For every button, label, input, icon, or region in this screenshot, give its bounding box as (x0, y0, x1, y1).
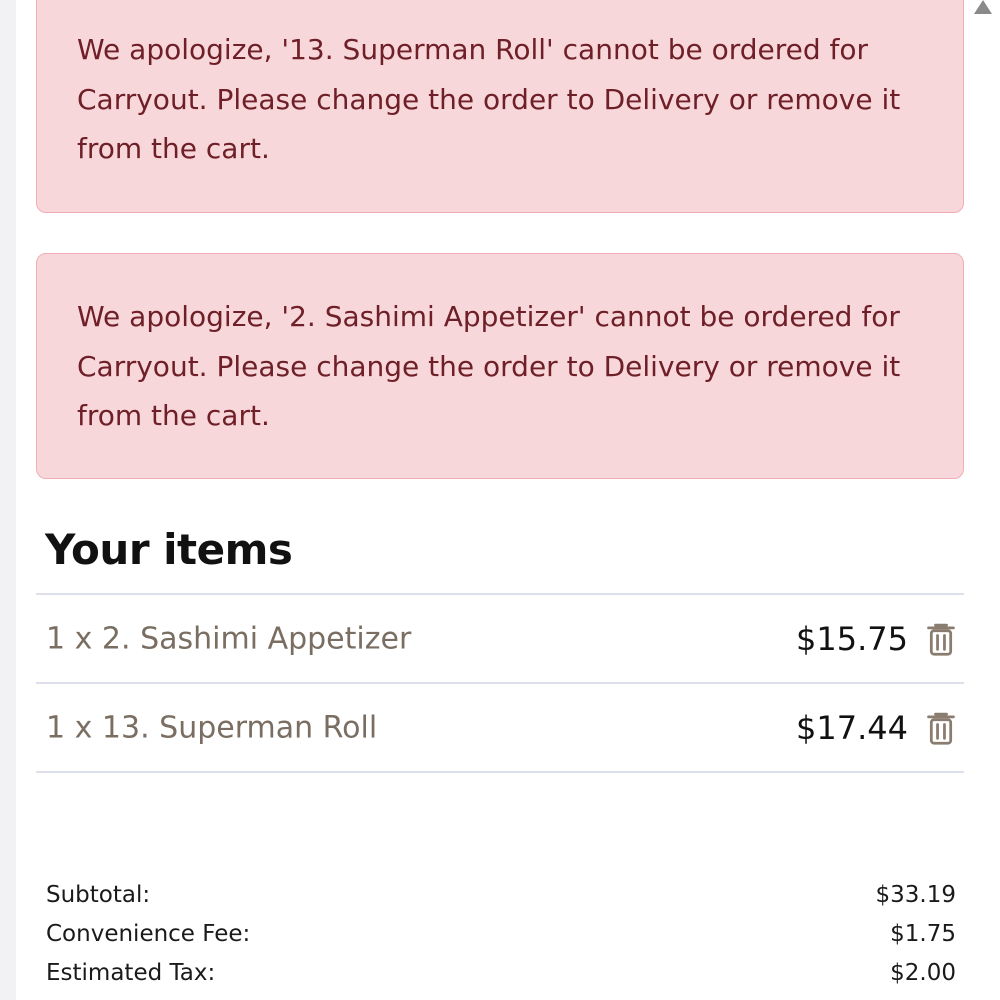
order-totals: Subtotal: $33.19 Convenience Fee: $1.75 … (46, 876, 956, 993)
cart-item-price: $15.75 (796, 619, 908, 658)
alert-message: We apologize, '2. Sashimi Appetizer' can… (77, 300, 901, 432)
total-row-value: $33.19 (875, 882, 956, 908)
page-left-gutter (0, 0, 16, 1000)
estimated-tax-row: Estimated Tax: $2.00 (46, 954, 956, 993)
subtotal-row: Subtotal: $33.19 (46, 876, 956, 915)
scrollbar[interactable] (966, 0, 1000, 1000)
error-alert-sashimi-appetizer: We apologize, '2. Sashimi Appetizer' can… (36, 253, 964, 479)
total-row-label: Convenience Fee: (46, 921, 251, 947)
cart-item-label: 1 x 13. Superman Roll (46, 710, 378, 745)
cart-items-list: 1 x 2. Sashimi Appetizer $15.75 1 x 13. … (36, 593, 964, 773)
error-alert-superman-roll: We apologize, '13. Superman Roll' cannot… (36, 0, 964, 213)
total-row-label: Estimated Tax: (46, 960, 216, 986)
cart-item-row: 1 x 13. Superman Roll $17.44 (36, 684, 964, 773)
trash-icon[interactable] (924, 710, 958, 746)
cart-item-row: 1 x 2. Sashimi Appetizer $15.75 (36, 595, 964, 684)
total-row-value: $1.75 (890, 921, 956, 947)
convenience-fee-row: Convenience Fee: $1.75 (46, 915, 956, 954)
total-row-value: $2.00 (890, 960, 956, 986)
cart-item-price: $17.44 (796, 708, 908, 747)
alert-message: We apologize, '13. Superman Roll' cannot… (77, 33, 901, 165)
your-items-heading: Your items (45, 525, 293, 574)
total-row-label: Subtotal: (46, 882, 151, 908)
trash-icon[interactable] (924, 621, 958, 657)
scroll-up-arrow-icon[interactable] (974, 0, 992, 14)
cart-item-label: 1 x 2. Sashimi Appetizer (46, 621, 412, 656)
